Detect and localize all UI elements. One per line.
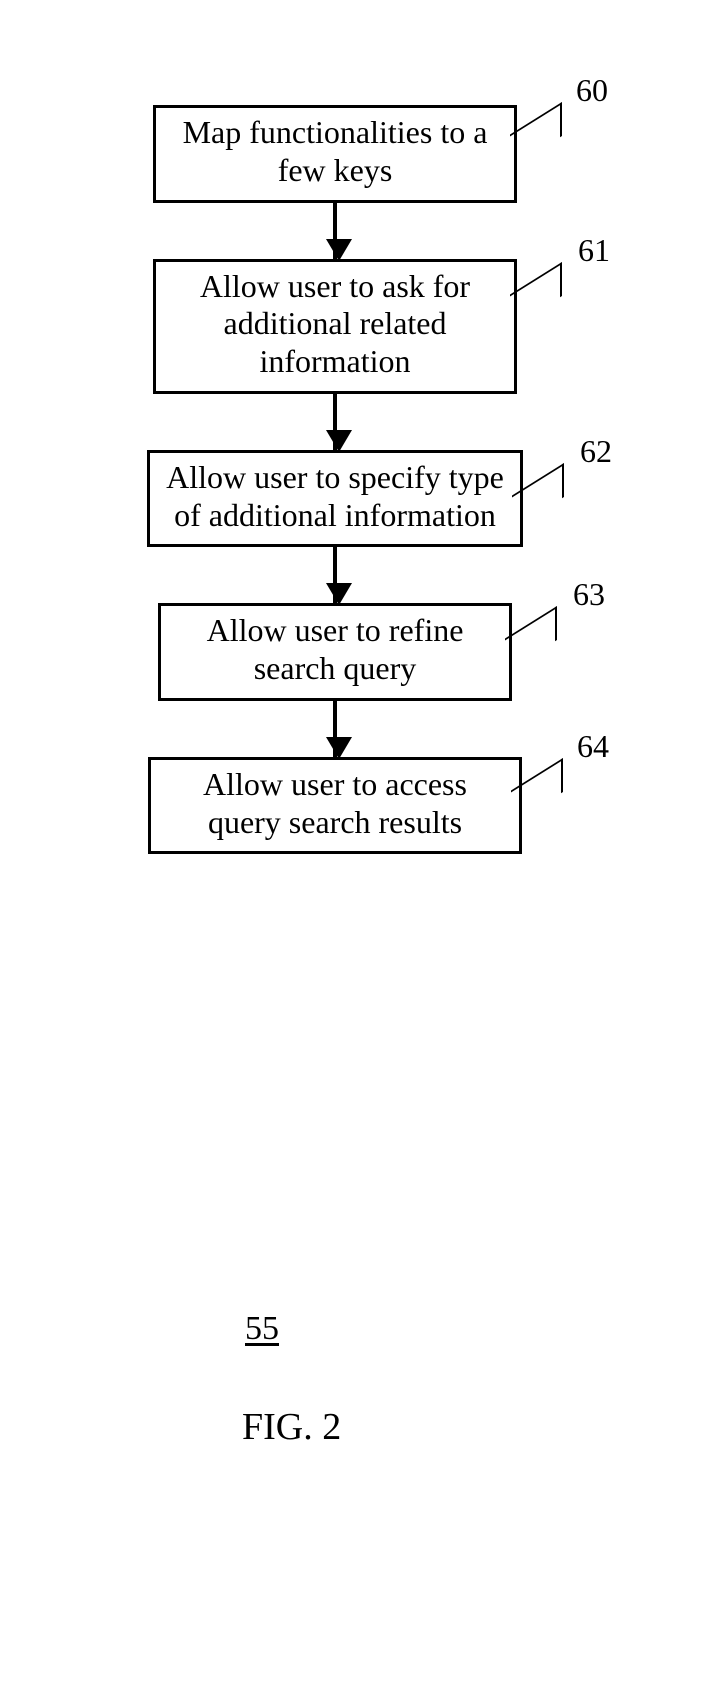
step-text: Allow user to ask for additional related… <box>200 268 470 380</box>
flowchart: Map functionalities to a few keys 60 All… <box>115 105 555 854</box>
arrow <box>115 394 555 450</box>
step-box-60: Map functionalities to a few keys 60 <box>153 105 517 203</box>
leader-line <box>512 463 564 529</box>
figure-number: 55 <box>245 1310 279 1348</box>
arrow <box>115 547 555 603</box>
step-text: Map functionalities to a few keys <box>183 114 488 188</box>
arrow <box>115 701 555 757</box>
ref-label: 62 <box>580 435 612 467</box>
step-box-63: Allow user to refine search query 63 <box>158 603 512 701</box>
leader-line <box>511 758 563 824</box>
leader-line <box>510 262 562 328</box>
step-text: Allow user to specify type of additional… <box>166 459 504 533</box>
arrow <box>115 203 555 259</box>
step-box-61: Allow user to ask for additional related… <box>153 259 517 394</box>
step-box-64: Allow user to access query search result… <box>148 757 522 855</box>
leader-line <box>510 102 562 168</box>
ref-label: 60 <box>576 74 608 106</box>
ref-label: 61 <box>578 234 610 266</box>
step-box-62: Allow user to specify type of additional… <box>147 450 523 548</box>
figure-label: FIG. 2 <box>242 1405 341 1449</box>
step-text: Allow user to refine search query <box>207 612 464 686</box>
ref-label: 64 <box>577 730 609 762</box>
ref-label: 63 <box>573 578 605 610</box>
leader-line <box>505 606 557 672</box>
step-text: Allow user to access query search result… <box>203 766 467 840</box>
